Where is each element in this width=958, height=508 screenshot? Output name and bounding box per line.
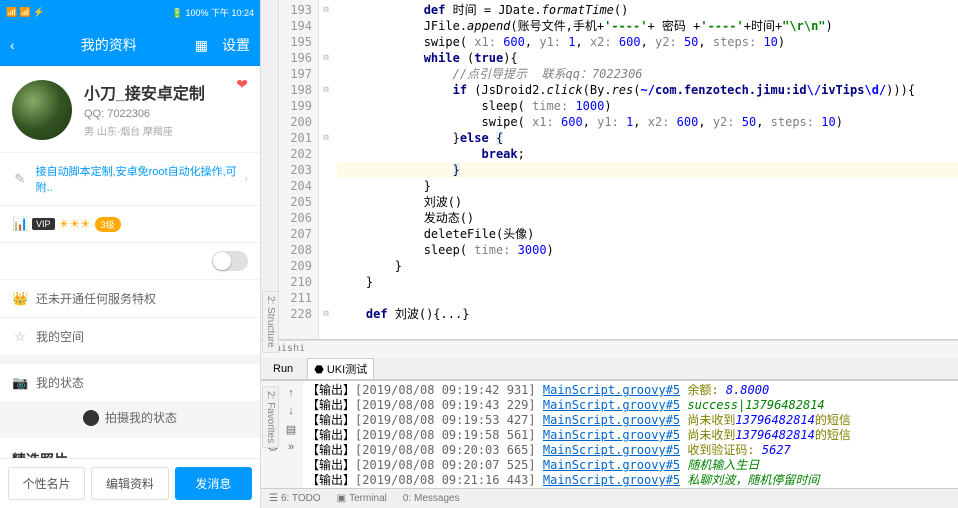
run-tabs: Run ⬣ UKI测试 [261, 358, 958, 380]
level-badge: 3级 [95, 217, 121, 232]
photos-title: 精选照片 [0, 438, 260, 458]
service-row[interactable]: 👑 还未开通任何服务特权 [0, 279, 260, 317]
test-tab[interactable]: ⬣ UKI测试 [307, 358, 374, 379]
settings-link[interactable]: 设置 [222, 35, 250, 55]
phone-header: ‹ 我的资料 ▦ 设置 [0, 24, 260, 66]
phone-content: 小刀_接安卓定制 QQ: 7022306 男 山东-烟台 摩羯座 ❤ ✎ 接自动… [0, 66, 260, 458]
space-row[interactable]: ☆ 我的空间 [0, 317, 260, 355]
camera-icon: 📷 [12, 375, 28, 391]
editor-gutter [261, 0, 279, 339]
camera-dot-icon [83, 410, 99, 426]
ide-panel: 1931941951961971981992002012022032042052… [261, 0, 958, 508]
run-up-button[interactable]: ↑ [283, 385, 299, 401]
profile-card: 小刀_接安卓定制 QQ: 7022306 男 山东-烟台 摩羯座 ❤ [0, 66, 260, 152]
status-prompt[interactable]: 拍摄我的状态 [0, 401, 260, 430]
status-messages[interactable]: 0: Messages [403, 493, 460, 504]
test-tab-label: UKI测试 [327, 364, 367, 376]
run-tab-label[interactable]: Run [267, 361, 299, 377]
card-button[interactable]: 个性名片 [8, 467, 85, 500]
toggle-row [0, 242, 260, 279]
run-misc2-button[interactable]: ▤ [283, 421, 299, 437]
bottom-bar: 个性名片 编辑资料 发消息 [0, 458, 260, 508]
status-terminal[interactable]: ▣ Terminal [337, 493, 387, 504]
avatar[interactable] [12, 80, 72, 140]
favorites-sidetab[interactable]: 2: Favorites [262, 386, 279, 448]
back-icon[interactable]: ‹ [10, 37, 15, 53]
status-todo[interactable]: ☰ 6: TODO [269, 493, 321, 504]
star-icon: ☆ [12, 329, 28, 345]
space-text: 我的空间 [36, 328, 84, 345]
sun-icon: ☀☀☀ [59, 217, 91, 231]
level-row[interactable]: 📊 VIP ☀☀☀ 3级 [0, 205, 260, 242]
status-text: 我的状态 [36, 374, 84, 391]
code-editor[interactable]: def 时间 = JDate.formatTime() JFile.append… [333, 0, 958, 339]
status-prompt-text: 拍摄我的状态 [105, 409, 177, 426]
phone-header-title: 我的资料 [81, 35, 137, 55]
line-numbers: 1931941951961971981992002012022032042052… [279, 0, 319, 339]
favorite-icon[interactable]: ❤ [236, 76, 248, 93]
toggle-switch[interactable] [212, 251, 248, 271]
profile-id: QQ: 7022306 [84, 108, 248, 120]
status-bar: ☰ 6: TODO ▣ Terminal 0: Messages [261, 488, 958, 508]
service-icon: 👑 [12, 291, 28, 307]
script-link-text: 接自动脚本定制,安卓免root自动化操作,可附.. [36, 163, 248, 195]
phone-statusbar: 📶 📶 ⚡ 🔋 100% 下午 10:24 [0, 0, 260, 24]
vip-badge: VIP [32, 218, 55, 230]
breadcrumb[interactable]: kaishi [261, 340, 958, 358]
profile-loc: 男 山东-烟台 摩羯座 [84, 123, 248, 138]
editor-area: 1931941951961971981992002012022032042052… [261, 0, 958, 340]
structure-sidetab[interactable]: 2: Structure [262, 291, 279, 353]
run-panel: ▶ ↑ ■ ↓ ⊘ ▤ 🖶 » 【输出】[2019/08/08 09:19:42… [261, 380, 958, 488]
qrcode-icon[interactable]: ▦ [195, 37, 208, 54]
service-text: 还未开通任何服务特权 [36, 290, 156, 307]
edit-button[interactable]: 编辑资料 [91, 467, 168, 500]
chevron-right-icon: › [244, 173, 248, 185]
pencil-icon: ✎ [12, 171, 28, 187]
status-row[interactable]: 📷 我的状态 [0, 363, 260, 401]
fold-column[interactable]: ⊟⊟⊟⊟⊟⊟ [319, 0, 333, 339]
run-more-button[interactable]: » [283, 439, 299, 455]
level-icon: 📊 [12, 216, 28, 232]
run-panel-wrapper: Run ⬣ UKI测试 ▶ ↑ ■ ↓ ⊘ ▤ 🖶 » [261, 358, 958, 488]
run-output[interactable]: 【输出】[2019/08/08 09:19:42 931] MainScript… [303, 381, 958, 488]
phone-status-left: 📶 📶 ⚡ [6, 7, 45, 18]
run-down-button[interactable]: ↓ [283, 403, 299, 419]
send-button[interactable]: 发消息 [175, 467, 252, 500]
profile-name: 小刀_接安卓定制 [84, 80, 248, 104]
phone-status-right: 🔋 100% 下午 10:24 [172, 6, 254, 19]
phone-preview: 📶 📶 ⚡ 🔋 100% 下午 10:24 ‹ 我的资料 ▦ 设置 小刀_接安卓… [0, 0, 261, 508]
script-link-row[interactable]: ✎ 接自动脚本定制,安卓免root自动化操作,可附.. › [0, 152, 260, 205]
